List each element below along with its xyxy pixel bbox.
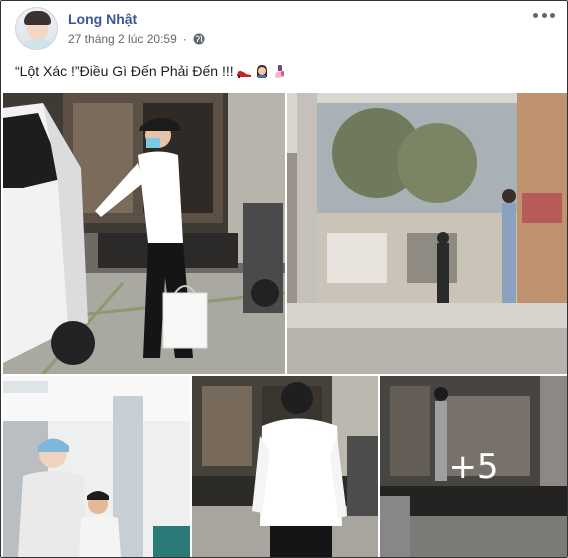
author-avatar[interactable] [15,7,58,50]
post-meta: 27 tháng 2 lúc 20:59 · [68,32,205,46]
post-photo-2[interactable] [287,93,567,374]
post-timestamp[interactable]: 27 tháng 2 lúc 20:59 [68,32,177,46]
woman-emoji [256,65,267,78]
nail-polish-emoji [274,65,284,78]
more-photos-overlay[interactable]: +5 [380,376,567,557]
post-photo-5[interactable]: +5 [380,376,567,557]
caption-text: “Lột Xác !”Điều Gì Đến Phải Đến !!! [15,63,234,79]
post-options-button[interactable] [533,7,555,23]
high-heel-shoe-emoji [236,70,251,78]
more-photos-count: +5 [448,446,499,487]
post-photo-4[interactable] [192,376,378,557]
author-name-link[interactable]: Long Nhật [68,11,137,27]
post-card: Long Nhật 27 tháng 2 lúc 20:59 · “Lột Xá… [0,0,568,558]
globe-icon[interactable] [193,33,205,45]
post-caption: “Lột Xác !”Điều Gì Đến Phải Đến !!! [15,63,288,79]
post-photo-3[interactable] [3,376,190,557]
more-dots-icon [533,12,538,18]
post-photo-1[interactable] [3,93,285,374]
